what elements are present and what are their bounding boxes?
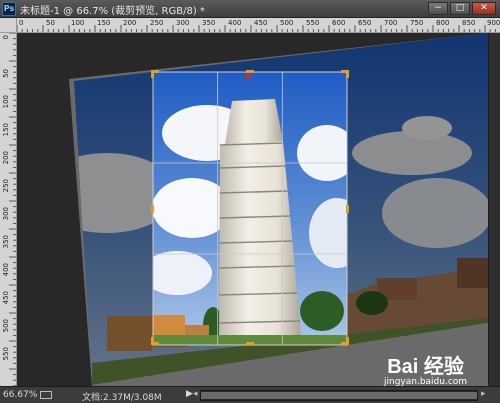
ruler-left-label: 0 xyxy=(2,35,10,40)
ruler-top-label: 0 xyxy=(19,19,24,27)
crop-preview xyxy=(153,72,347,345)
ruler-top-label: 650 xyxy=(358,19,372,27)
horizontal-ruler[interactable]: 0 50 100 150 200 250 300 350 400 450 500… xyxy=(17,18,500,33)
horizontal-scrollbar-thumb[interactable] xyxy=(201,392,477,399)
watermark-brand: Bai 经验 xyxy=(387,356,464,378)
title-bar: Ps 未标题-1 @ 66.7% (裁剪预览, RGB/8) * − □ ✕ xyxy=(0,0,500,18)
close-button[interactable]: ✕ xyxy=(472,2,496,15)
status-info-icon[interactable] xyxy=(40,391,52,399)
ruler-left-label: 550 xyxy=(2,347,10,361)
ruler-top-label: 800 xyxy=(436,19,450,27)
zoom-level-field[interactable]: 66.67% xyxy=(3,390,37,400)
ruler-left-label: 450 xyxy=(2,291,10,305)
ruler-left-label: 50 xyxy=(2,69,10,78)
scroll-right-icon[interactable]: ▸ xyxy=(481,389,486,399)
ruler-top-label: 350 xyxy=(202,19,216,27)
document-size-info: 文档:2.37M/3.08M xyxy=(82,393,162,403)
ruler-top-label: 250 xyxy=(150,19,164,27)
ruler-left-label: 400 xyxy=(2,263,10,277)
canvas-artwork xyxy=(69,33,488,386)
baidu-jingyan-watermark: Bai 经验 jingyan.baidu.com xyxy=(384,350,467,387)
ruler-top-label: 100 xyxy=(71,19,85,27)
photoshop-logo-icon: Ps xyxy=(2,2,16,16)
status-menu-arrow-icon[interactable]: ▶ xyxy=(186,389,193,399)
ruler-top-label: 550 xyxy=(306,19,320,27)
document-title: 未标题-1 @ 66.7% (裁剪预览, RGB/8) * xyxy=(20,6,205,17)
ruler-top-label: 900 xyxy=(487,19,500,27)
ruler-top-label: 750 xyxy=(410,19,424,27)
vertical-scrollbar[interactable] xyxy=(488,33,500,386)
minimize-button[interactable]: − xyxy=(428,2,448,15)
ruler-left-label: 100 xyxy=(2,95,10,109)
ruler-top-label: 450 xyxy=(254,19,268,27)
ruler-top-label: 600 xyxy=(332,19,346,27)
ruler-top-label: 50 xyxy=(46,19,55,27)
ruler-left-label: 200 xyxy=(2,151,10,165)
ruler-left-label: 350 xyxy=(2,235,10,249)
ruler-top-label: 150 xyxy=(97,19,111,27)
ruler-top-label: 850 xyxy=(462,19,476,27)
status-bar: 66.67% 文档:2.37M/3.08M ▶ ◂ ▸ xyxy=(0,386,500,403)
ruler-left-label: 250 xyxy=(2,179,10,193)
ruler-top-label: 400 xyxy=(228,19,242,27)
maximize-button[interactable]: □ xyxy=(450,2,470,15)
ruler-top-label: 500 xyxy=(280,19,294,27)
ruler-origin[interactable] xyxy=(0,18,17,33)
horizontal-scrollbar[interactable] xyxy=(200,390,478,401)
ruler-top-label: 700 xyxy=(384,19,398,27)
scroll-left-icon[interactable]: ◂ xyxy=(193,389,198,399)
ruler-left-label: 300 xyxy=(2,207,10,221)
document-canvas[interactable] xyxy=(17,33,488,386)
ruler-left-label: 150 xyxy=(2,123,10,137)
ruler-left-label: 500 xyxy=(2,319,10,333)
ruler-top-label: 300 xyxy=(176,19,190,27)
photoshop-window: Ps 未标题-1 @ 66.7% (裁剪预览, RGB/8) * − □ ✕ 0… xyxy=(0,0,500,403)
vertical-ruler[interactable]: 0 50 100 150 200 250 300 350 400 450 500… xyxy=(0,33,17,386)
ruler-top-label: 200 xyxy=(123,19,137,27)
